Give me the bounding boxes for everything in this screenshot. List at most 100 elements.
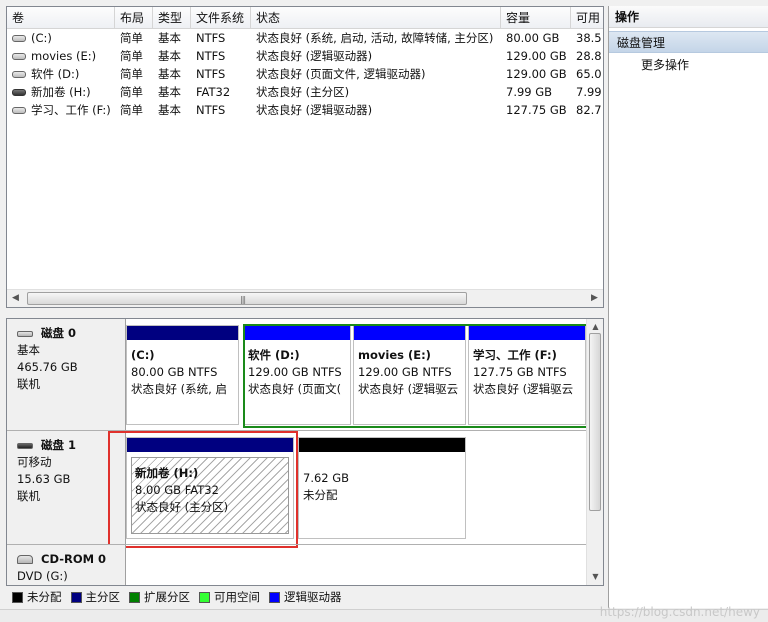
vertical-scrollbar[interactable]: ▲ ▼ <box>586 319 603 585</box>
actions-header: 操作 <box>609 6 768 28</box>
volume-row[interactable]: 学习、工作 (F:) 简单 基本 NTFS 状态良好 (逻辑驱动器) 127.7… <box>7 101 603 119</box>
partition-e[interactable]: movies (E:) 129.00 GB NTFS 状态良好 (逻辑驱云 <box>353 325 466 425</box>
disk-0-info[interactable]: 磁盘 0 基本 465.76 GB 联机 <box>7 319 126 430</box>
action-disk-management[interactable]: 磁盘管理 <box>609 31 768 53</box>
legend-label: 未分配 <box>27 590 62 604</box>
legend-item: 可用空间 <box>199 589 260 605</box>
disk-map: 磁盘 0 基本 465.76 GB 联机 (C:) 80.00 GB NTFS … <box>6 318 604 586</box>
partition-detail: 127.75 GB NTFS <box>473 365 567 379</box>
partition-detail: 8.00 GB FAT32 <box>135 483 219 497</box>
volume-name: 学习、工作 (F:) <box>31 103 111 117</box>
partition-name: 软件 (D:) <box>248 348 300 362</box>
volume-row[interactable]: 新加卷 (H:) 简单 基本 FAT32 状态良好 (主分区) 7.99 GB … <box>7 83 603 101</box>
partition-name: 新加卷 (H:) <box>135 466 199 480</box>
unallocated-space[interactable]: 7.62 GB 未分配 <box>298 437 466 539</box>
volume-list-header: 卷 布局 类型 文件系统 状态 容量 可用 <box>7 7 603 29</box>
action-more-actions[interactable]: 更多操作 <box>609 53 768 77</box>
scroll-right-icon[interactable]: ▶ <box>586 290 603 307</box>
usb-drive-icon <box>12 88 26 96</box>
legend-swatch <box>199 591 210 603</box>
legend-swatch <box>129 591 140 603</box>
partition-type-bar <box>127 326 238 340</box>
scroll-left-icon[interactable]: ◀ <box>7 290 24 307</box>
disk-title: CD-ROM 0 <box>41 552 107 566</box>
volume-status: 状态良好 (系统, 启动, 活动, 故障转储, 主分区) <box>256 31 494 45</box>
volume-type: 基本 <box>158 67 181 81</box>
volume-row[interactable]: (C:) 简单 基本 NTFS 状态良好 (系统, 启动, 活动, 故障转储, … <box>7 29 603 47</box>
column-header-volume[interactable]: 卷 <box>7 7 115 29</box>
partition-status: 状态良好 (系统, 启 <box>131 382 227 396</box>
volume-type: 基本 <box>158 31 181 45</box>
partition-type-bar <box>354 326 465 340</box>
volume-name: 新加卷 (H:) <box>31 85 91 99</box>
disk-kind: 基本 <box>17 343 40 357</box>
removable-disk-icon <box>17 442 33 449</box>
drive-icon <box>12 34 26 42</box>
horizontal-scrollbar[interactable]: ◀ ||| ▶ <box>7 289 603 307</box>
partition-status: 状态良好 (逻辑驱云 <box>358 382 459 396</box>
volume-capacity: 127.75 GB <box>506 103 567 117</box>
volume-free: 82.7 <box>576 103 602 117</box>
volume-free: 28.8 <box>576 49 602 63</box>
legend-item: 未分配 <box>12 589 62 605</box>
partition-detail: 129.00 GB NTFS <box>358 365 452 379</box>
partition-d[interactable]: 软件 (D:) 129.00 GB NTFS 状态良好 (页面文( <box>243 325 351 425</box>
grip-icon: ||| <box>240 295 246 304</box>
disk-size: 465.76 GB <box>17 360 78 374</box>
volume-free: 65.0 <box>576 67 602 81</box>
volume-type: 基本 <box>158 85 181 99</box>
actions-pane: 操作 磁盘管理 更多操作 <box>608 6 768 608</box>
legend-label: 逻辑驱动器 <box>284 590 342 604</box>
volume-capacity: 80.00 GB <box>506 31 560 45</box>
disk-1-info[interactable]: 磁盘 1 可移动 15.63 GB 联机 <box>7 431 126 544</box>
cdrom-icon <box>17 555 33 564</box>
volume-filesystem: FAT32 <box>196 85 231 99</box>
partition-c[interactable]: (C:) 80.00 GB NTFS 状态良好 (系统, 启 <box>126 325 239 425</box>
horizontal-scroll-thumb[interactable]: ||| <box>27 292 467 305</box>
partition-type-bar <box>299 438 465 452</box>
column-header-free[interactable]: 可用 <box>571 7 603 29</box>
partition-status: 未分配 <box>303 488 338 502</box>
legend-swatch <box>269 591 280 603</box>
volume-row[interactable]: movies (E:) 简单 基本 NTFS 状态良好 (逻辑驱动器) 129.… <box>7 47 603 65</box>
volume-name: movies (E:) <box>31 49 97 63</box>
legend: 未分配 主分区 扩展分区 可用空间 逻辑驱动器 <box>6 587 604 607</box>
volume-capacity: 7.99 GB <box>506 85 553 99</box>
volume-row[interactable]: 软件 (D:) 简单 基本 NTFS 状态良好 (页面文件, 逻辑驱动器) 12… <box>7 65 603 83</box>
volume-list: 卷 布局 类型 文件系统 状态 容量 可用 (C:) 简单 基本 NTFS 状态… <box>6 6 604 308</box>
volume-filesystem: NTFS <box>196 103 226 117</box>
partition-type-bar <box>244 326 350 340</box>
partition-status: 状态良好 (主分区) <box>135 500 229 514</box>
legend-item: 主分区 <box>70 589 121 605</box>
column-header-layout[interactable]: 布局 <box>115 7 153 29</box>
legend-item: 逻辑驱动器 <box>269 589 342 605</box>
partition-detail: 129.00 GB NTFS <box>248 365 342 379</box>
cdrom-info[interactable]: CD-ROM 0 DVD (G:) <box>7 545 126 585</box>
partition-f[interactable]: 学习、工作 (F:) 127.75 GB NTFS 状态良好 (逻辑驱云 <box>468 325 586 425</box>
watermark: https://blog.csdn.net/hewy <box>599 605 760 619</box>
disk-title: 磁盘 0 <box>41 326 77 340</box>
disk-size: 15.63 GB <box>17 472 71 486</box>
legend-swatch <box>70 591 82 603</box>
vertical-scroll-thumb[interactable] <box>589 333 601 511</box>
legend-label: 主分区 <box>85 590 121 604</box>
scroll-down-icon[interactable]: ▼ <box>587 569 603 585</box>
volume-capacity: 129.00 GB <box>506 67 567 81</box>
column-header-status[interactable]: 状态 <box>251 7 501 29</box>
partition-h[interactable]: 新加卷 (H:) 8.00 GB FAT32 状态良好 (主分区) <box>126 437 294 539</box>
disk-kind: 可移动 <box>17 455 52 469</box>
column-header-type[interactable]: 类型 <box>153 7 191 29</box>
legend-label: 扩展分区 <box>144 590 190 604</box>
column-header-filesystem[interactable]: 文件系统 <box>191 7 251 29</box>
volume-free: 7.99 <box>576 85 602 99</box>
partition-name: (C:) <box>131 348 155 362</box>
partition-status: 状态良好 (页面文( <box>248 382 342 396</box>
partition-type-bar <box>127 438 293 452</box>
legend-label: 可用空间 <box>214 590 260 604</box>
drive-icon <box>12 52 26 60</box>
volume-layout: 简单 <box>120 85 143 99</box>
column-header-capacity[interactable]: 容量 <box>501 7 571 29</box>
volume-status: 状态良好 (逻辑驱动器) <box>256 103 373 117</box>
disk-title: 磁盘 1 <box>41 438 77 452</box>
partition-detail: 7.62 GB <box>303 471 350 485</box>
